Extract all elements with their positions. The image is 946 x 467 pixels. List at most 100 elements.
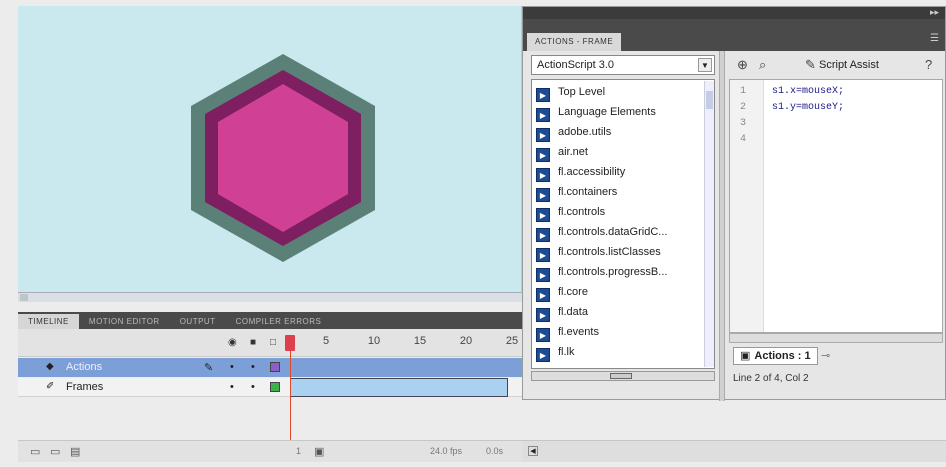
panel-title-bar[interactable]: ▸▸ <box>523 7 945 19</box>
pin-script-icon[interactable]: ⊸ <box>821 349 830 362</box>
layer-outline-color[interactable] <box>270 362 280 372</box>
layer-icon: ◆ <box>46 361 54 372</box>
tree-item[interactable]: ▶ fl.containers <box>536 182 617 202</box>
visibility-dot[interactable]: • <box>230 361 234 373</box>
book-icon: ▶ <box>536 328 550 342</box>
timeline-tab-bar: TIMELINE MOTION EDITOR OUTPUT COMPILER E… <box>18 312 522 329</box>
frames-span[interactable] <box>290 378 508 397</box>
tree-item[interactable]: ▶ fl.core <box>536 282 588 302</box>
actions-toolbox: ▶ Top Level ▶ Language Elements ▶ adobe.uti… <box>531 79 715 369</box>
frame-script-icon: ▣ <box>740 350 751 362</box>
actions-toolbar: ⊕ ⌕ ✎ Script Assist ? <box>729 51 945 79</box>
onion-skin-icon[interactable]: ▣ <box>314 445 324 458</box>
script-navigator: ▣ Actions : 1 ⊸ <box>729 345 943 367</box>
layer-name: Actions <box>66 361 103 373</box>
layer-actions[interactable]: ◆ Actions ✎ • • <box>18 358 522 377</box>
layer-outline-color[interactable] <box>270 382 280 392</box>
toolbox-resize-bar[interactable] <box>531 371 715 381</box>
tab-actions-frame[interactable]: ACTIONS - FRAME <box>527 33 622 51</box>
eye-icon[interactable]: ◉ <box>228 337 237 348</box>
tab-compiler-errors[interactable]: COMPILER ERRORS <box>226 314 332 329</box>
frame-number: 5 <box>322 335 330 347</box>
script-assist-button[interactable]: Script Assist <box>819 59 879 71</box>
book-icon: ▶ <box>536 108 550 122</box>
stage[interactable] <box>18 6 522 301</box>
book-icon: ▶ <box>536 288 550 302</box>
lock-dot[interactable]: • <box>251 361 255 373</box>
line-number-gutter: 1 2 3 4 <box>730 80 764 332</box>
add-statement-icon[interactable]: ⊕ <box>737 57 748 73</box>
book-icon: ▶ <box>536 188 550 202</box>
book-icon: ▶ <box>536 348 550 362</box>
frame-number: 25 <box>505 335 519 347</box>
frame-number: 10 <box>367 335 381 347</box>
tree-item[interactable]: ▶ fl.controls <box>536 202 605 222</box>
chevron-down-icon[interactable]: ▼ <box>698 58 712 72</box>
tab-timeline[interactable]: TIMELINE <box>18 314 79 329</box>
book-icon: ▶ <box>536 88 550 102</box>
tree-item[interactable]: ▶ Top Level <box>536 82 605 102</box>
new-folder-icon[interactable]: ▭ <box>50 445 60 458</box>
hexagon-shape[interactable] <box>188 52 378 265</box>
playhead[interactable] <box>285 335 295 351</box>
tree-item[interactable]: ▶ fl.controls.progressB... <box>536 262 667 282</box>
script-tab-actions[interactable]: ▣ Actions : 1 <box>733 347 818 365</box>
new-layer-icon[interactable]: ▭ <box>30 445 40 458</box>
timeline-horizontal-scrollbar[interactable]: ◀ <box>522 440 946 462</box>
lock-dot[interactable]: • <box>251 381 255 393</box>
pencil-icon: ✎ <box>204 362 214 374</box>
find-icon[interactable]: ⌕ <box>759 57 766 73</box>
book-icon: ▶ <box>536 128 550 142</box>
cursor-position-status: Line 2 of 4, Col 2 <box>733 373 809 384</box>
tree-item[interactable]: ▶ air.net <box>536 142 588 162</box>
scroll-left-icon[interactable]: ◀ <box>528 446 538 456</box>
frame-rate: 24.0 fps <box>430 446 463 456</box>
tree-item[interactable]: ▶ fl.accessibility <box>536 162 625 182</box>
book-icon: ▶ <box>536 228 550 242</box>
actions-panel: ▸▸ ACTIONS - FRAME ☰ ActionScript 3.0 ▼ … <box>522 6 946 401</box>
panel-splitter[interactable] <box>719 51 725 401</box>
timeline-footer: ▭ ▭ ▤ 1 ▣ 24.0 fps 0.0s <box>18 440 522 462</box>
book-icon: ▶ <box>536 268 550 282</box>
frame-number: 15 <box>413 335 427 347</box>
line-number: 2 <box>740 102 747 113</box>
tree-item[interactable]: ▶ Language Elements <box>536 102 656 122</box>
tree-item[interactable]: ▶ fl.controls.listClasses <box>536 242 661 262</box>
elapsed-time: 0.0s <box>486 446 504 456</box>
panel-tab-bar: ACTIONS - FRAME ☰ <box>523 19 945 51</box>
frame-ruler[interactable]: 5 10 15 20 25 <box>290 329 522 357</box>
tree-item[interactable]: ▶ fl.lk <box>536 342 575 362</box>
select-value: ActionScript 3.0 <box>537 59 615 71</box>
panel-menu-icon[interactable]: ☰ <box>930 33 939 44</box>
line-number: 4 <box>740 134 747 145</box>
book-icon: ▶ <box>536 208 550 222</box>
frame-number: 20 <box>459 335 473 347</box>
outline-icon[interactable]: □ <box>270 337 276 348</box>
tab-output[interactable]: OUTPUT <box>170 314 226 329</box>
code-line[interactable]: s1.y=mouseY; <box>772 102 844 113</box>
line-number: 1 <box>740 86 747 97</box>
actionscript-version-select[interactable]: ActionScript 3.0 ▼ <box>531 55 715 75</box>
script-assist-icon[interactable]: ✎ <box>805 57 816 73</box>
collapse-icon[interactable]: ▸▸ <box>930 7 939 18</box>
layer-name: Frames <box>66 381 104 393</box>
flash-workspace: TIMELINE MOTION EDITOR OUTPUT COMPILER E… <box>0 0 946 467</box>
book-icon: ▶ <box>536 148 550 162</box>
script-editor[interactable]: 1 2 3 4 s1.x=mouseX; s1.y=mouseY; <box>729 79 943 333</box>
book-icon: ▶ <box>536 308 550 322</box>
tree-item[interactable]: ▶ fl.controls.dataGridC... <box>536 222 667 242</box>
tree-item[interactable]: ▶ fl.events <box>536 322 599 342</box>
tab-motion-editor[interactable]: MOTION EDITOR <box>79 314 170 329</box>
tree-item[interactable]: ▶ fl.data <box>536 302 588 322</box>
line-number: 3 <box>740 118 747 129</box>
lock-icon[interactable]: ■ <box>250 337 256 348</box>
delete-layer-icon[interactable]: ▤ <box>70 445 80 458</box>
stage-horizontal-scrollbar[interactable] <box>18 292 522 302</box>
tree-item[interactable]: ▶ adobe.utils <box>536 122 611 142</box>
editor-horizontal-scrollbar[interactable] <box>729 333 943 343</box>
help-icon[interactable]: ? <box>925 57 932 72</box>
visibility-dot[interactable]: • <box>230 381 234 393</box>
toolbox-scrollbar[interactable] <box>704 81 714 367</box>
code-line[interactable]: s1.x=mouseX; <box>772 86 844 97</box>
layer-icon: ✐ <box>46 381 55 392</box>
